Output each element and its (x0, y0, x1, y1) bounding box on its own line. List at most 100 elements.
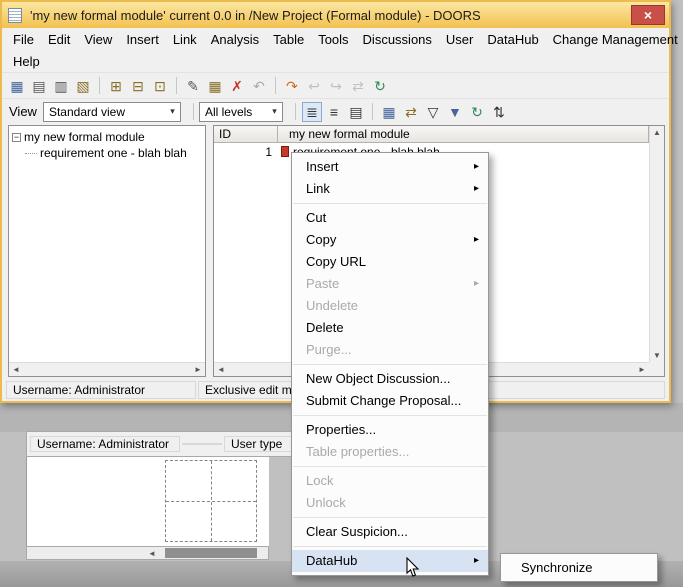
context-menu-separator (293, 517, 487, 518)
undelete-object-icon[interactable]: ↶ (249, 76, 269, 96)
find-icon[interactable]: ▧ (73, 76, 93, 96)
view-label: View (9, 104, 37, 119)
column-header-id[interactable]: ID (214, 126, 278, 143)
grid-line (166, 501, 256, 502)
column-header-main[interactable]: my new formal module (278, 126, 649, 143)
tree-child-item[interactable]: requirement one - blah blah (25, 145, 203, 161)
menu-link[interactable]: Link (166, 30, 204, 49)
close-button[interactable]: × (631, 5, 665, 25)
in-links-icon[interactable]: ↩ (304, 76, 324, 96)
menu-bar-row1: FileEditViewInsertLinkAnalysisTableTools… (2, 28, 669, 51)
scroll-right-arrow[interactable]: ► (635, 363, 649, 376)
scroll-left-arrow[interactable]: ◄ (214, 363, 228, 376)
context-menu-item-table-properties[interactable]: Table properties... (292, 441, 488, 463)
background-grid-area (165, 460, 257, 542)
context-menu-item-label: Insert (306, 159, 339, 174)
insert-table-icon[interactable]: ▦ (205, 76, 225, 96)
menu-file[interactable]: File (6, 30, 41, 49)
level-selector-value: All levels (205, 105, 267, 119)
context-menu-item-label: Paste (306, 276, 339, 291)
context-menu-item-cut[interactable]: Cut (292, 207, 488, 229)
context-menu-item-label: Copy (306, 232, 336, 247)
show-links-icon[interactable]: ⇄ (401, 102, 421, 122)
context-menu-item-paste[interactable]: Paste▸ (292, 273, 488, 295)
context-menu-item-label: Clear Suspicion... (306, 524, 408, 539)
menu-analysis[interactable]: Analysis (204, 30, 266, 49)
context-menu-item-purge[interactable]: Purge... (292, 339, 488, 361)
tree-collapse-icon[interactable]: − (12, 133, 21, 142)
context-menu-separator (293, 203, 487, 204)
make-link-icon[interactable]: ↷ (282, 76, 302, 96)
new-child-object-icon[interactable]: ⊟ (128, 76, 148, 96)
menu-bar-row2: Help (2, 51, 669, 72)
context-menu-item-properties[interactable]: Properties... (292, 419, 488, 441)
out-links-icon[interactable]: ↪ (326, 76, 346, 96)
scroll-left-arrow[interactable]: ◄ (145, 547, 159, 560)
context-menu-item-label: Link (306, 181, 330, 196)
scrollbar-corner (649, 362, 664, 376)
all-levels-icon[interactable]: ≣ (302, 102, 322, 122)
context-menu-item-copy[interactable]: Copy▸ (292, 229, 488, 251)
show-graphics-icon[interactable]: ▦ (379, 102, 399, 122)
background-scrollbar[interactable]: ◄ (26, 546, 269, 560)
submenu-item-synchronize[interactable]: Synchronize (501, 556, 657, 579)
datahub-submenu: Synchronize (500, 553, 658, 582)
compress-icon[interactable]: ▤ (346, 102, 366, 122)
grid-vertical-scrollbar[interactable]: ▲ ▼ (649, 126, 664, 362)
context-menu-item-submit-change-proposal[interactable]: Submit Change Proposal... (292, 390, 488, 412)
delete-object-icon[interactable]: ✗ (227, 76, 247, 96)
context-menu-item-lock[interactable]: Lock (292, 470, 488, 492)
scrollbar-thumb[interactable] (165, 548, 257, 558)
menu-edit[interactable]: Edit (41, 30, 77, 49)
menu-tools[interactable]: Tools (311, 30, 355, 49)
context-menu-item-insert[interactable]: Insert ▸ (292, 156, 488, 178)
view-toolbar: View Standard view ▾ All levels ▾ ≣≡▤ ▦⇄▽… (2, 98, 669, 124)
save-icon[interactable]: ▦ (7, 76, 27, 96)
filter-icon[interactable]: ▽ (423, 102, 443, 122)
context-menu-item-undelete[interactable]: Undelete (292, 295, 488, 317)
context-menu-item-label: Submit Change Proposal... (306, 393, 461, 408)
mouse-cursor (406, 557, 420, 578)
menu-discussions[interactable]: Discussions (356, 30, 439, 49)
context-menu-item-delete[interactable]: Delete (292, 317, 488, 339)
menu-insert[interactable]: Insert (119, 30, 166, 49)
new-object-icon[interactable]: ⊞ (106, 76, 126, 96)
context-menu-item-datahub[interactable]: DataHub▸ (292, 550, 488, 572)
menu-change-management[interactable]: Change Management (546, 30, 683, 49)
context-menu-item-label: Unlock (306, 495, 346, 510)
menu-view[interactable]: View (77, 30, 119, 49)
scroll-left-arrow[interactable]: ◄ (9, 363, 23, 376)
print-icon[interactable]: ▤ (29, 76, 49, 96)
advanced-filter-icon[interactable]: ▼ (445, 102, 465, 122)
sort-icon[interactable]: ⇅ (489, 102, 509, 122)
level-selector[interactable]: All levels ▾ (199, 102, 283, 122)
username-status: Username: Administrator (6, 381, 196, 399)
scroll-right-arrow[interactable]: ► (191, 363, 205, 376)
menu-table[interactable]: Table (266, 30, 311, 49)
module-tree: − my new formal module requirement one -… (9, 126, 205, 362)
context-menu-item-new-object-discussion[interactable]: New Object Discussion... (292, 368, 488, 390)
toolbar-separator (275, 77, 276, 94)
scroll-up-arrow[interactable]: ▲ (650, 126, 664, 139)
menu-datahub[interactable]: DataHub (480, 30, 545, 49)
submenu-arrow-icon: ▸ (474, 156, 479, 178)
context-menu-item-label: Undelete (306, 298, 358, 313)
view-toolbar-icons: ≣≡▤ ▦⇄▽▼↻⇅ (301, 102, 510, 122)
new-table-icon[interactable]: ⊡ (150, 76, 170, 96)
edit-object-icon[interactable]: ✎ (183, 76, 203, 96)
view-selector[interactable]: Standard view ▾ (43, 102, 181, 122)
context-menu-item-copy-url[interactable]: Copy URL (292, 251, 488, 273)
context-menu-item-unlock[interactable]: Unlock (292, 492, 488, 514)
follow-link-icon[interactable]: ⇄ (348, 76, 368, 96)
refresh-icon[interactable]: ↻ (370, 76, 390, 96)
refresh-view-icon[interactable]: ↻ (467, 102, 487, 122)
menu-help[interactable]: Help (6, 52, 47, 71)
scroll-down-arrow[interactable]: ▼ (650, 349, 664, 362)
context-menu-item-link[interactable]: Link▸ (292, 178, 488, 200)
outline-icon[interactable]: ≡ (324, 102, 344, 122)
context-menu-item-clear-suspicion[interactable]: Clear Suspicion... (292, 521, 488, 543)
print-preview-icon[interactable]: ▥ (51, 76, 71, 96)
tree-horizontal-scrollbar[interactable]: ◄ ► (9, 362, 205, 376)
menu-user[interactable]: User (439, 30, 480, 49)
tree-root-item[interactable]: − my new formal module (11, 129, 203, 145)
